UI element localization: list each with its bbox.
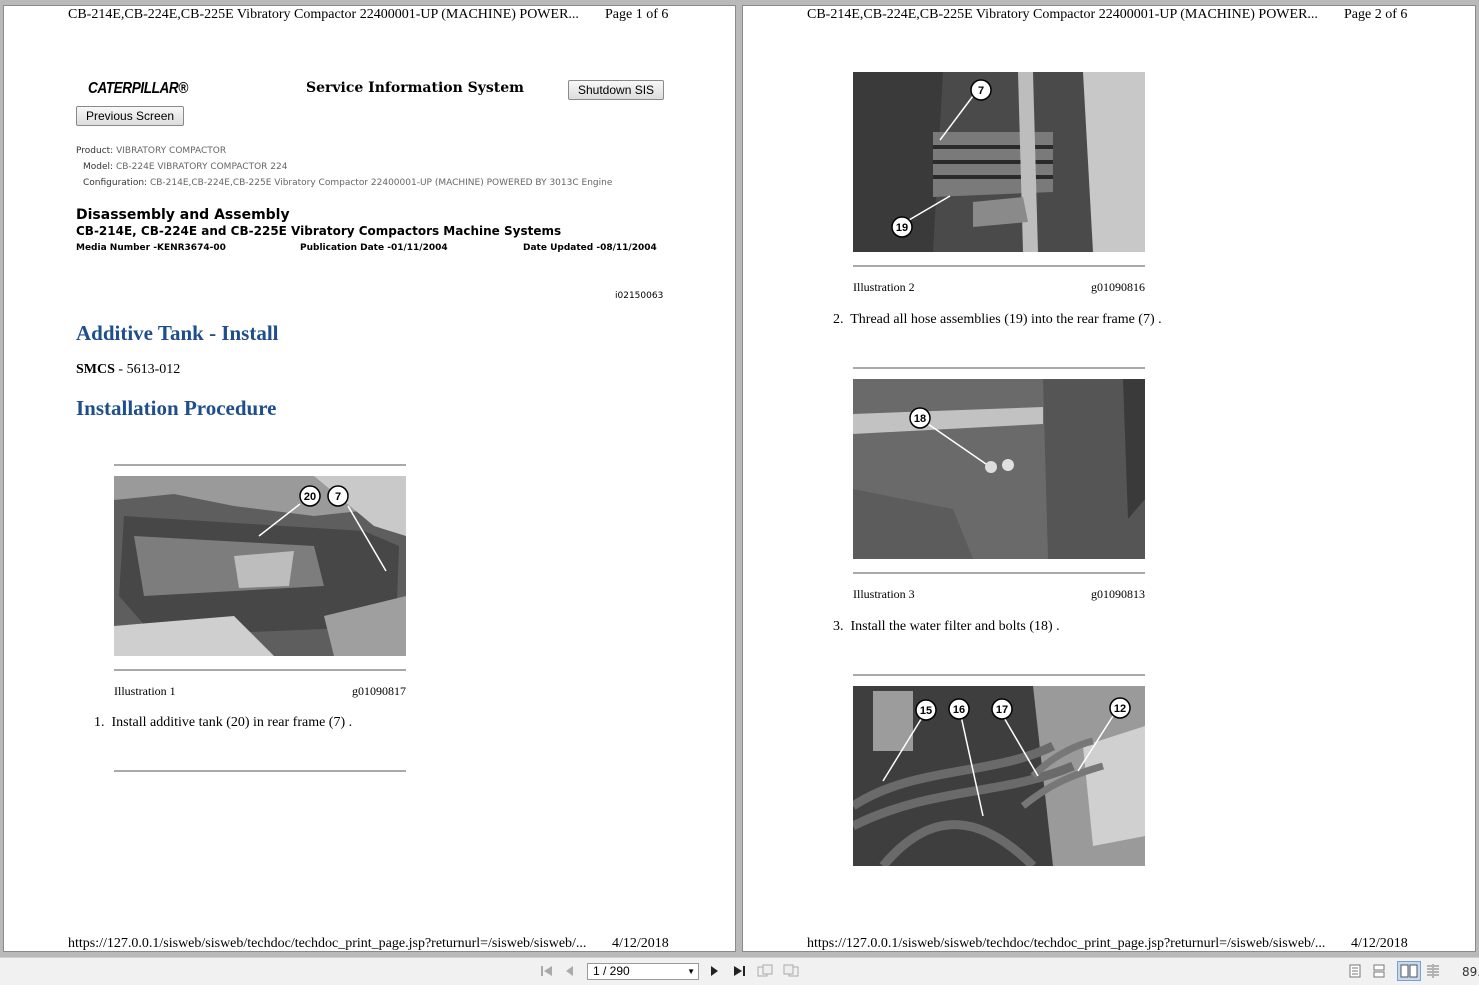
next-view-icon[interactable]	[783, 964, 799, 981]
product-value: VIBRATORY COMPACTOR	[116, 146, 227, 156]
illustration-2-photo: 7 19	[853, 72, 1145, 252]
callout-15: 15	[920, 705, 932, 717]
zoom-level[interactable]: 89.	[1462, 965, 1479, 979]
procedure-title: Installation Procedure	[76, 396, 277, 420]
illustration-2-code: g01090816	[1091, 280, 1145, 294]
page-number-label: Page 2 of 6	[1344, 7, 1408, 22]
divider	[853, 367, 1145, 369]
caterpillar-logo: CATERPILLAR®	[88, 80, 188, 97]
continuous-view-icon[interactable]	[1373, 964, 1385, 981]
page-header-title: CB-214E,CB-224E,CB-225E Vibratory Compac…	[68, 7, 579, 22]
page-number-value: 1 / 290	[593, 964, 630, 978]
page-footer-date: 4/12/2018	[612, 936, 669, 951]
page-number-select[interactable]: 1 / 290 ▼	[587, 963, 699, 980]
date-updated: Date Updated -08/11/2004	[523, 243, 657, 253]
divider	[114, 770, 406, 772]
illustration-1-label: Illustration 1	[114, 684, 176, 698]
configuration-row: Configuration: CB-214E,CB-224E,CB-225E V…	[83, 178, 612, 188]
callout-20: 20	[304, 491, 316, 503]
callout-7: 7	[335, 491, 341, 503]
divider	[853, 572, 1145, 574]
smcs-label: SMCS	[76, 362, 115, 377]
illustration-4-photo: 15 16 17 12	[853, 686, 1145, 866]
document-subtitle: CB-214E, CB-224E and CB-225E Vibratory C…	[76, 224, 562, 238]
step-text: Install the water filter and bolts (18) …	[850, 619, 1060, 634]
model-label: Model:	[83, 162, 114, 172]
previous-view-icon[interactable]	[757, 964, 773, 981]
single-page-view-icon[interactable]	[1349, 964, 1361, 981]
page-footer-date: 4/12/2018	[1351, 936, 1408, 951]
step-text: Install additive tank (20) in rear frame…	[111, 715, 353, 730]
page-title: Additive Tank - Install	[76, 321, 279, 345]
two-page-continuous-icon[interactable]	[1426, 964, 1440, 981]
two-page-view-icon[interactable]	[1397, 961, 1421, 981]
illustration-3-code: g01090813	[1091, 587, 1145, 601]
page-header-title: CB-214E,CB-224E,CB-225E Vibratory Compac…	[807, 7, 1318, 22]
callout-18: 18	[914, 413, 926, 425]
illustration-3-photo: 18	[853, 379, 1145, 559]
model-row: Model: CB-224E VIBRATORY COMPACTOR 224	[83, 162, 287, 172]
previous-screen-button[interactable]: Previous Screen	[76, 106, 185, 126]
chevron-down-icon: ▼	[687, 967, 695, 976]
product-row: Product: VIBRATORY COMPACTOR	[76, 146, 226, 156]
page-footer-url: https://127.0.0.1/sisweb/sisweb/techdoc/…	[68, 936, 587, 951]
shutdown-sis-button[interactable]: Shutdown SIS	[568, 80, 665, 100]
illustration-1-photo: 20 7	[114, 476, 406, 656]
divider	[114, 669, 406, 671]
sis-title: Service Information System	[306, 80, 524, 96]
step-number: 2.	[833, 312, 844, 327]
product-label: Product:	[76, 146, 114, 156]
divider	[853, 674, 1145, 676]
next-page-icon[interactable]	[709, 964, 719, 981]
publication-date: Publication Date -01/11/2004	[300, 243, 448, 253]
step-1: 1. Install additive tank (20) in rear fr…	[94, 715, 352, 731]
previous-page-icon[interactable]	[565, 964, 575, 981]
smcs-line: SMCS - 5613-012	[76, 362, 180, 378]
document-page-2: CB-214E,CB-224E,CB-225E Vibratory Compac…	[742, 5, 1476, 952]
illustration-1-code: g01090817	[352, 684, 406, 698]
page-footer-url: https://127.0.0.1/sisweb/sisweb/techdoc/…	[807, 936, 1326, 951]
last-page-icon[interactable]	[732, 964, 746, 981]
callout-12: 12	[1114, 703, 1126, 715]
step-text: Thread all hose assemblies (19) into the…	[850, 312, 1162, 327]
callout-7: 7	[978, 85, 984, 97]
document-page-1: CB-214E,CB-224E,CB-225E Vibratory Compac…	[3, 5, 736, 952]
smcs-value: - 5613-012	[114, 362, 181, 377]
media-number: Media Number -KENR3674-00	[76, 243, 226, 253]
callout-17: 17	[996, 704, 1008, 716]
step-3: 3. Install the water filter and bolts (1…	[833, 619, 1060, 635]
first-page-icon[interactable]	[540, 964, 554, 981]
page-number-label: Page 1 of 6	[605, 7, 669, 22]
step-number: 1.	[94, 715, 105, 730]
illustration-2-label: Illustration 2	[853, 280, 915, 294]
configuration-label: Configuration:	[83, 178, 148, 188]
illustration-3-label: Illustration 3	[853, 587, 915, 601]
section-title: Disassembly and Assembly	[76, 207, 290, 223]
step-number: 3.	[833, 619, 844, 634]
configuration-value: CB-214E,CB-224E,CB-225E Vibratory Compac…	[149, 178, 613, 188]
callout-19: 19	[896, 222, 908, 234]
document-id: i02150063	[615, 291, 664, 301]
model-value: CB-224E VIBRATORY COMPACTOR 224	[115, 162, 288, 172]
callout-16: 16	[953, 704, 965, 716]
step-2: 2. Thread all hose assemblies (19) into …	[833, 312, 1162, 328]
divider	[853, 265, 1145, 267]
viewer-toolbar: 1 / 290 ▼ 89.	[0, 957, 1479, 985]
divider	[114, 464, 406, 466]
